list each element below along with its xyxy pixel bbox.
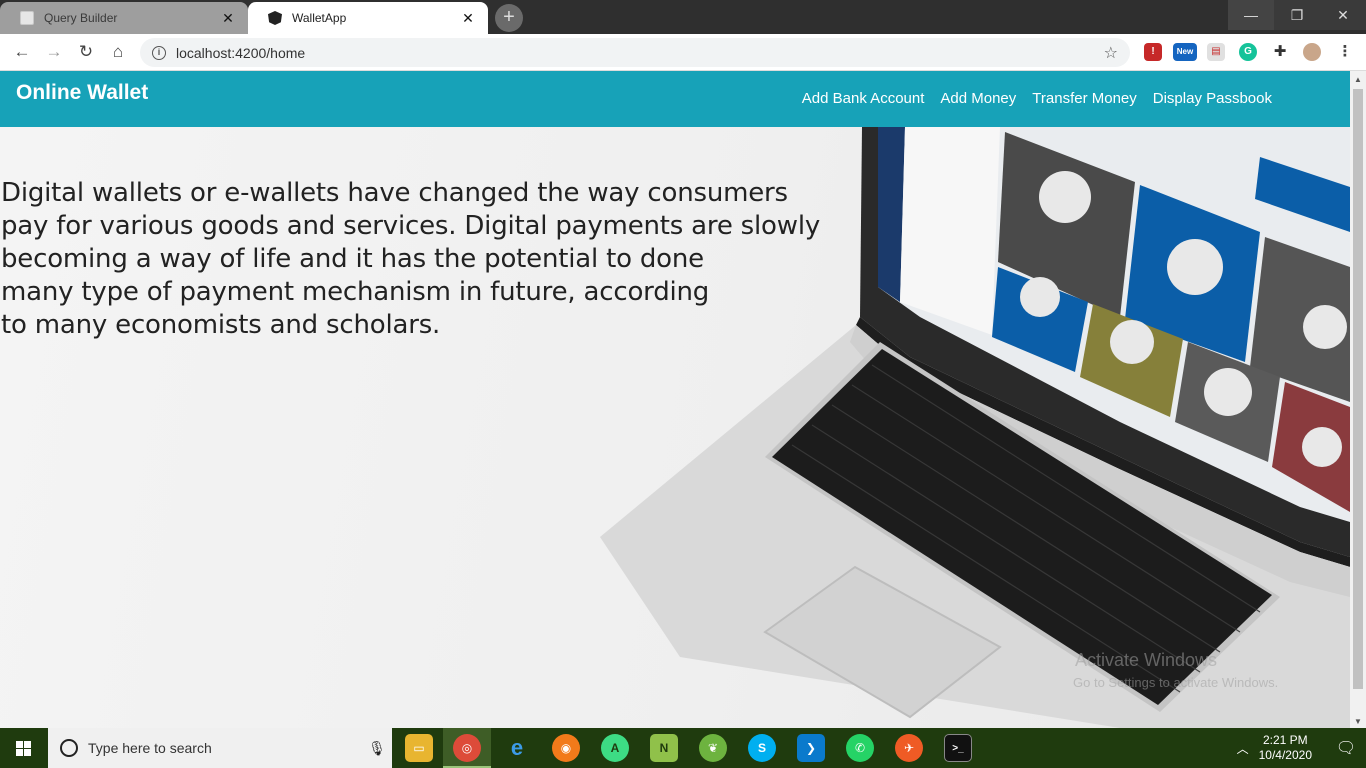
grammarly-icon[interactable]: G: [1239, 43, 1257, 61]
spring-tool-icon[interactable]: ❦: [699, 734, 727, 762]
back-icon[interactable]: ←: [10, 40, 34, 64]
new-tab-button[interactable]: +: [495, 4, 523, 32]
clock-time: 2:21 PM: [1262, 733, 1308, 747]
new-badge-extension-icon[interactable]: New: [1173, 43, 1197, 61]
whatsapp-icon[interactable]: ✆: [846, 734, 874, 762]
scroll-down-icon[interactable]: ▼: [1354, 717, 1362, 726]
page-icon: [20, 11, 34, 25]
notification-icon[interactable]: 🗨︎: [1326, 738, 1366, 758]
activate-windows-watermark: Activate Windows Go to Settings to activ…: [1073, 650, 1279, 690]
firefox-icon[interactable]: ◉: [552, 734, 580, 762]
cortana-icon: [60, 739, 78, 757]
forward-icon[interactable]: →: [42, 40, 66, 64]
edge-icon[interactable]: e: [503, 734, 531, 762]
url-text[interactable]: localhost:4200/home: [176, 45, 1104, 61]
clock-date: 10/4/2020: [1258, 748, 1312, 762]
nav-links: Add Bank Account Add Money Transfer Mone…: [802, 90, 1272, 107]
close-icon[interactable]: ✕: [460, 10, 476, 26]
browser-toolbar: ← → ↻ ⌂ i localhost:4200/home ☆ ! New ▤ …: [0, 34, 1366, 71]
puzzle-icon[interactable]: ✚: [1271, 43, 1289, 61]
reader-extension-icon[interactable]: ▤: [1207, 43, 1225, 61]
address-bar[interactable]: i localhost:4200/home ☆: [140, 38, 1130, 67]
android-studio-icon[interactable]: A: [601, 734, 629, 762]
page-scrollbar[interactable]: ▲ ▼: [1350, 71, 1366, 728]
restore-button[interactable]: ❐: [1274, 0, 1320, 30]
nav-transfer-money[interactable]: Transfer Money: [1032, 90, 1136, 107]
windows-start-icon[interactable]: [0, 728, 48, 768]
chrome-icon[interactable]: ◎: [453, 734, 481, 762]
tab-title: WalletApp: [292, 11, 347, 25]
close-icon[interactable]: ✕: [220, 10, 236, 26]
nav-add-bank-account[interactable]: Add Bank Account: [802, 90, 925, 107]
skype-icon[interactable]: S: [748, 734, 776, 762]
scroll-up-icon[interactable]: ▲: [1354, 75, 1362, 84]
windows-taskbar: Type here to search 🎙︎ ▭ ◎ e ◉ A N ❦ S ❯…: [0, 728, 1366, 768]
terminal-icon[interactable]: >_: [944, 734, 972, 762]
chevron-up-icon[interactable]: ︿: [1237, 740, 1249, 757]
nav-display-passbook[interactable]: Display Passbook: [1153, 90, 1272, 107]
vscode-icon[interactable]: ❯: [797, 734, 825, 762]
home-icon[interactable]: ⌂: [106, 40, 130, 64]
app-navbar: Online Wallet Add Bank Account Add Money…: [0, 71, 1350, 127]
minimize-button[interactable]: —: [1228, 0, 1274, 30]
browser-titlebar: Query Builder ✕ WalletApp ✕ + — ❐ ✕: [0, 0, 1366, 34]
hero-section: Digital wallets or e-wallets have change…: [0, 127, 1350, 728]
reload-icon[interactable]: ↻: [74, 40, 98, 64]
tab-title: Query Builder: [44, 11, 118, 25]
laptop-illustration: [600, 127, 1350, 728]
file-explorer-icon[interactable]: ▭: [405, 734, 433, 762]
brand-logo[interactable]: Online Wallet: [16, 81, 148, 105]
watermark-subtitle: Go to Settings to activate Windows.: [1073, 675, 1279, 690]
tab-query-builder[interactable]: Query Builder ✕: [0, 2, 248, 34]
close-window-button[interactable]: ✕: [1320, 0, 1366, 30]
nav-add-money[interactable]: Add Money: [940, 90, 1016, 107]
taskbar-search-input[interactable]: Type here to search 🎙︎: [48, 728, 392, 768]
red-extension-icon[interactable]: !: [1144, 43, 1162, 61]
watermark-title: Activate Windows: [1075, 650, 1218, 670]
info-icon[interactable]: i: [152, 45, 166, 60]
tab-walletapp[interactable]: WalletApp ✕: [248, 2, 488, 34]
profile-avatar[interactable]: [1303, 43, 1321, 61]
angular-icon: [268, 11, 282, 25]
menu-kebab-icon[interactable]: ⋮: [1336, 43, 1354, 61]
taskbar-clock[interactable]: 2:21 PM 10/4/2020: [1259, 733, 1312, 763]
postman-icon[interactable]: ✈: [895, 734, 923, 762]
microphone-icon[interactable]: 🎙︎: [362, 740, 392, 757]
notepad-plus-icon[interactable]: N: [650, 734, 678, 762]
bookmark-star-icon[interactable]: ☆: [1104, 43, 1118, 63]
scrollbar-thumb[interactable]: [1353, 89, 1363, 689]
search-placeholder: Type here to search: [88, 740, 212, 756]
system-tray: ︿ 2:21 PM 10/4/2020 🗨︎: [1237, 728, 1366, 768]
